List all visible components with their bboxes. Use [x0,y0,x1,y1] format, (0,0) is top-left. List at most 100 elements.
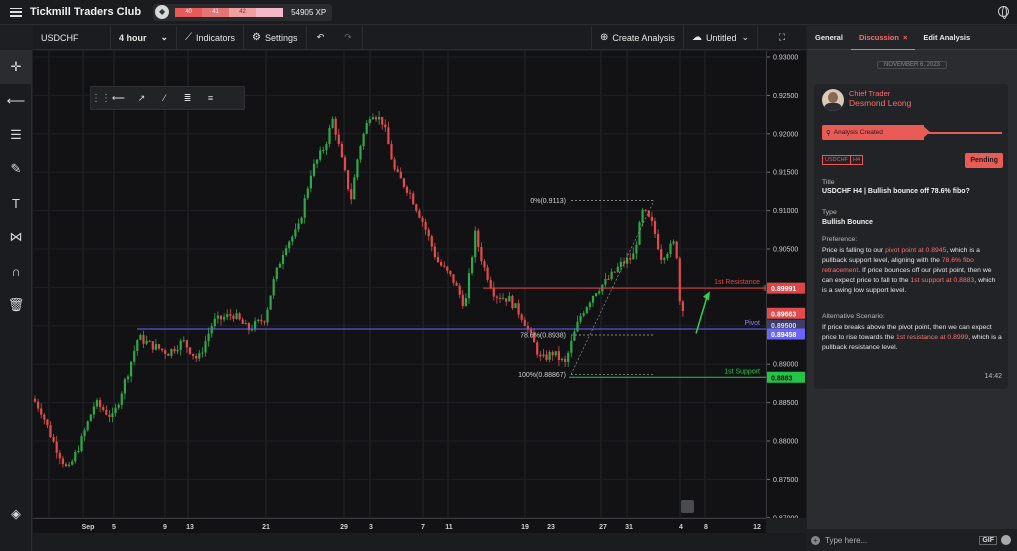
ray-icon[interactable]: ⟵ [107,93,130,104]
analysis-panel: General Discussion × Edit Analysis NOVEM… [807,26,1017,551]
undo-button[interactable]: ↶ [307,26,335,50]
candle-body [80,436,83,452]
layers-tool[interactable]: ◈ [0,497,32,531]
location-pin-icon: ⚲ [826,129,831,137]
candle-body [105,410,108,415]
settings-button[interactable]: ⚙ Settings [244,25,307,50]
price-chart[interactable]: 1st Resistance Pivot 1st Support 0%(0.9113)… [33,51,766,518]
candle-body [278,264,281,268]
xp-progress[interactable]: ◆ 40 41 42 54905 XP [153,3,333,21]
candle-body [58,452,61,459]
timeframe-selector[interactable]: 4 hour ⌄ [111,25,177,50]
gif-button[interactable]: GIF [979,535,997,545]
time-tick-label: 13 [186,524,194,531]
candle-body [92,406,95,415]
tab-edit-analysis[interactable]: Edit Analysis [915,26,978,50]
globe-icon[interactable] [998,6,1009,19]
candle-body [316,159,319,164]
candle-body [232,315,235,319]
crosshair-tool[interactable]: ✛ [0,50,32,84]
price-axis[interactable]: 0.93000 0.92500 0.92000 0.91500 0.91000 0.905… [766,51,806,522]
candle-body [250,329,254,331]
magnet-tool[interactable]: ∩ [0,254,32,288]
alternative-label: Alternative Scenario: [822,313,885,320]
candle-body [514,303,517,309]
candle-body [114,407,117,414]
fib-tool[interactable]: ☰ [0,118,32,152]
candle-body [343,157,347,171]
create-analysis-label: Create Analysis [612,32,675,43]
close-icon[interactable]: × [903,33,907,42]
candle-body [464,298,467,307]
top-bar: Tickmill Traders Club ◆ 40 41 42 54905 X… [0,0,1017,25]
candle-body [536,342,539,355]
candle-body [545,354,548,360]
layers-icon: ◈ [11,506,21,521]
candle-body [489,279,492,288]
channel-icon[interactable]: ≣ [176,93,199,104]
emoji-icon[interactable] [1001,535,1011,545]
candle-body [598,291,601,294]
time-tick-label: 31 [625,524,633,531]
candle-body [669,243,672,255]
indicators-button[interactable]: ⟋ Indicators [177,25,245,50]
layout-selector[interactable]: ☁ Untitled ⌄ [684,25,758,50]
candle-body [455,282,458,286]
candle-body [374,117,378,120]
candle-body [55,441,58,453]
candle-body [288,241,291,249]
fib-icon[interactable]: ≡ [199,93,222,103]
candle-body [368,119,371,124]
candle-body [68,464,71,467]
candle-body [219,315,223,320]
analysis-type: Bullish Bounce [822,219,873,226]
candle-body [660,249,663,260]
create-analysis-button[interactable]: ⊕ Create Analysis [591,25,684,50]
candle-body [244,323,247,325]
candle-body [325,144,328,151]
candle-body [641,209,644,223]
chart-canvas[interactable]: 1st Resistance Pivot 1st Support 0%(0.9113)… [33,51,766,518]
fullscreen-button[interactable]: ⛶ [758,26,806,50]
price-tick-label: 0.88000 [773,439,798,446]
drag-handle-icon[interactable]: ⋮⋮ [91,93,111,104]
trendline-icon[interactable]: ⁄ [153,93,176,103]
time-tick-label: 12 [753,524,761,531]
candle-body [505,298,508,302]
candle-body [449,270,452,275]
hamburger-menu-icon[interactable] [10,7,22,17]
symbol-selector[interactable]: USDCHF [33,25,111,50]
candle-body [347,170,350,190]
candle-body [653,221,657,234]
candle-body [381,116,384,125]
candle-body [350,189,353,200]
text-tool[interactable]: T [0,186,32,220]
tab-general[interactable]: General [807,26,851,50]
candle-body [139,335,142,341]
fib-label-0: 0%(0.9113) [530,198,566,205]
candle-body [120,393,123,405]
preference-text: Price is falling to our pivot point at 0… [822,247,996,294]
date-divider: NOVEMBER 6, 2023 [807,61,1017,72]
time-axis[interactable]: Sep 5 9 13 21 29 3 7 11 19 23 27 31 4 8 12 [33,518,766,533]
arrow-line-icon[interactable]: ↗ [130,93,153,104]
delete-tool[interactable]: 🗑 [0,288,32,322]
candle-body [340,143,343,158]
pattern-tool[interactable]: ⋈ [0,220,32,254]
author-name[interactable]: Desmond Leong [849,98,911,108]
tab-discussion[interactable]: Discussion × [850,26,916,50]
brush-tool[interactable]: ✎ [0,152,32,186]
indicators-label: Indicators [196,32,236,43]
chart-toolbar: USDCHF 4 hour ⌄ ⟋ Indicators ⚙ Settings … [33,25,806,50]
time-tick-label: 3 [369,524,373,531]
candle-body [126,376,130,380]
candle-body [136,340,139,351]
redo-button[interactable]: ↷ [335,25,363,50]
add-attachment-icon[interactable]: + [811,535,820,545]
candle-body [495,296,498,298]
message-input[interactable]: Type here... [825,536,867,545]
title-label: Title [822,179,835,186]
candle-body [467,273,471,299]
gear-icon: ⚙ [252,32,261,43]
trendline-tool[interactable]: ⟵ [0,84,32,118]
